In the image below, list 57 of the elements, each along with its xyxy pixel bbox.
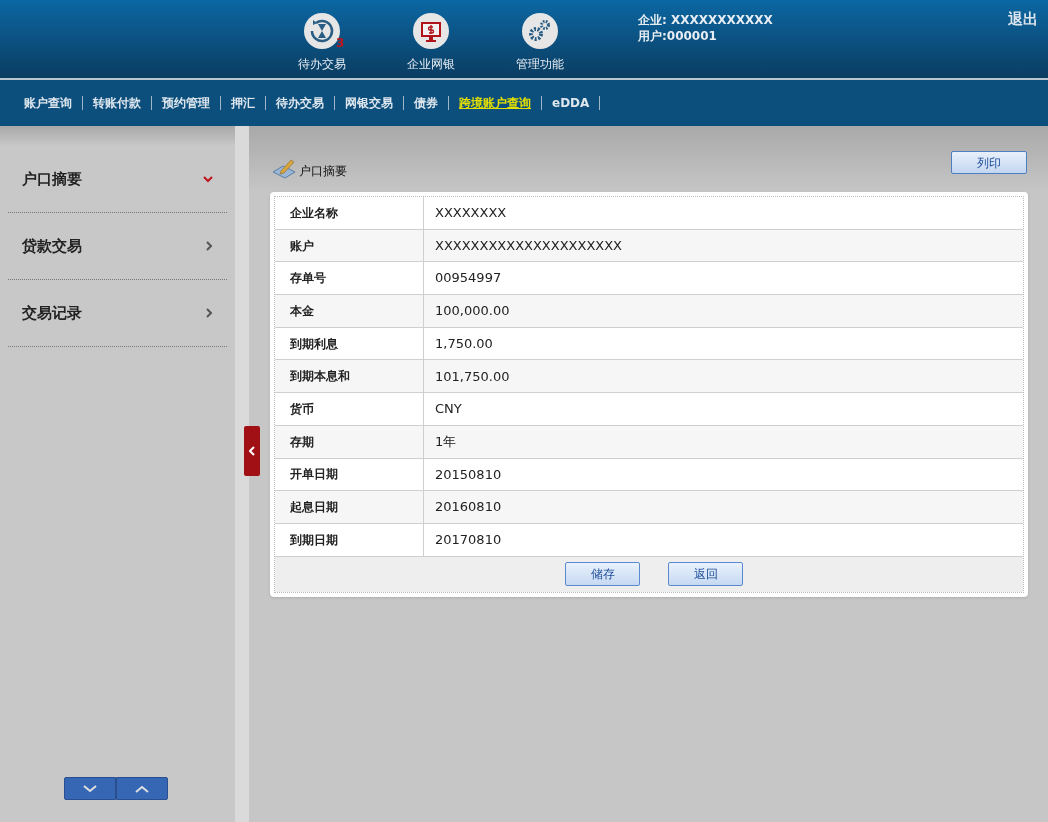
field-value: 1年 [434,432,458,451]
nav-link[interactable]: 网银交易 [335,94,403,112]
scroll-up-button[interactable] [116,777,168,800]
field-value: XXXXXXXX [434,204,508,223]
field-label: 起息日期 [275,491,424,523]
field-label: 到期利息 [275,327,424,360]
sidebar-item[interactable]: 贷款交易 [8,213,227,280]
action-button[interactable]: 返回 [668,562,743,587]
monitor-icon [412,12,450,50]
field-label: 开单日期 [275,458,424,491]
gears-icon [521,12,559,50]
nav-link[interactable]: 押汇 [221,94,265,112]
notepad-pencil-icon [271,158,297,180]
user-label: 用户:000001 [638,28,718,44]
field-value: 00954997 [434,269,503,288]
field-value: 101,750.00 [434,367,511,386]
shortcut-button[interactable]: 待办交易 3 [290,12,354,78]
field-label: 存期 [275,425,424,458]
field-label: 企业名称 [275,197,424,229]
chevron-left-icon [249,446,255,456]
chevron-down-icon [83,784,97,793]
scroll-down-button[interactable] [64,777,116,800]
print-button[interactable]: 列印 [951,151,1027,174]
sidebar-item[interactable]: 户口摘要 [8,146,227,213]
company-label: 企业: XXXXXXXXXXX [638,12,773,28]
chevron-right-icon [206,308,213,318]
field-label: 本金 [275,295,424,327]
field-label: 货币 [275,393,424,425]
field-value: XXXXXXXXXXXXXXXXXXXXX [434,236,624,255]
nav-link[interactable]: 转账付款 [83,94,151,112]
shortcut-button[interactable]: 企业网银 [399,12,463,78]
field-value: CNY [434,400,463,419]
nav-link[interactable]: eDDA [542,94,600,112]
field-value: 100,000.00 [434,302,511,321]
nav-link[interactable]: 账户查询 [14,94,82,112]
nav-link[interactable]: 债券 [404,94,448,112]
chevron-right-icon [206,241,213,251]
collapse-tab[interactable] [244,426,260,476]
field-value: 20150810 [434,465,503,484]
field-label: 账户 [275,229,424,262]
field-value: 1,750.00 [434,334,494,353]
field-value: 20170810 [434,530,503,549]
field-label: 到期本息和 [275,360,424,393]
field-label: 存单号 [275,262,424,295]
nav-link[interactable]: 待办交易 [266,94,334,112]
nav-link[interactable]: 预约管理 [152,94,220,112]
logout-link[interactable]: 退出 [1008,8,1038,31]
chevron-down-icon [203,175,213,183]
section-title: 户口摘要 [299,163,347,180]
chevron-up-icon [135,784,149,793]
nav-link[interactable]: 跨境账户查询 [449,94,541,112]
shortcut-button[interactable]: 管理功能 [508,12,572,78]
count-label: 3 [336,35,345,52]
field-value: 20160810 [434,498,503,517]
sidebar-item[interactable]: 交易记录 [8,280,227,347]
action-button[interactable]: 储存 [565,562,640,587]
field-label: 到期日期 [275,523,424,556]
